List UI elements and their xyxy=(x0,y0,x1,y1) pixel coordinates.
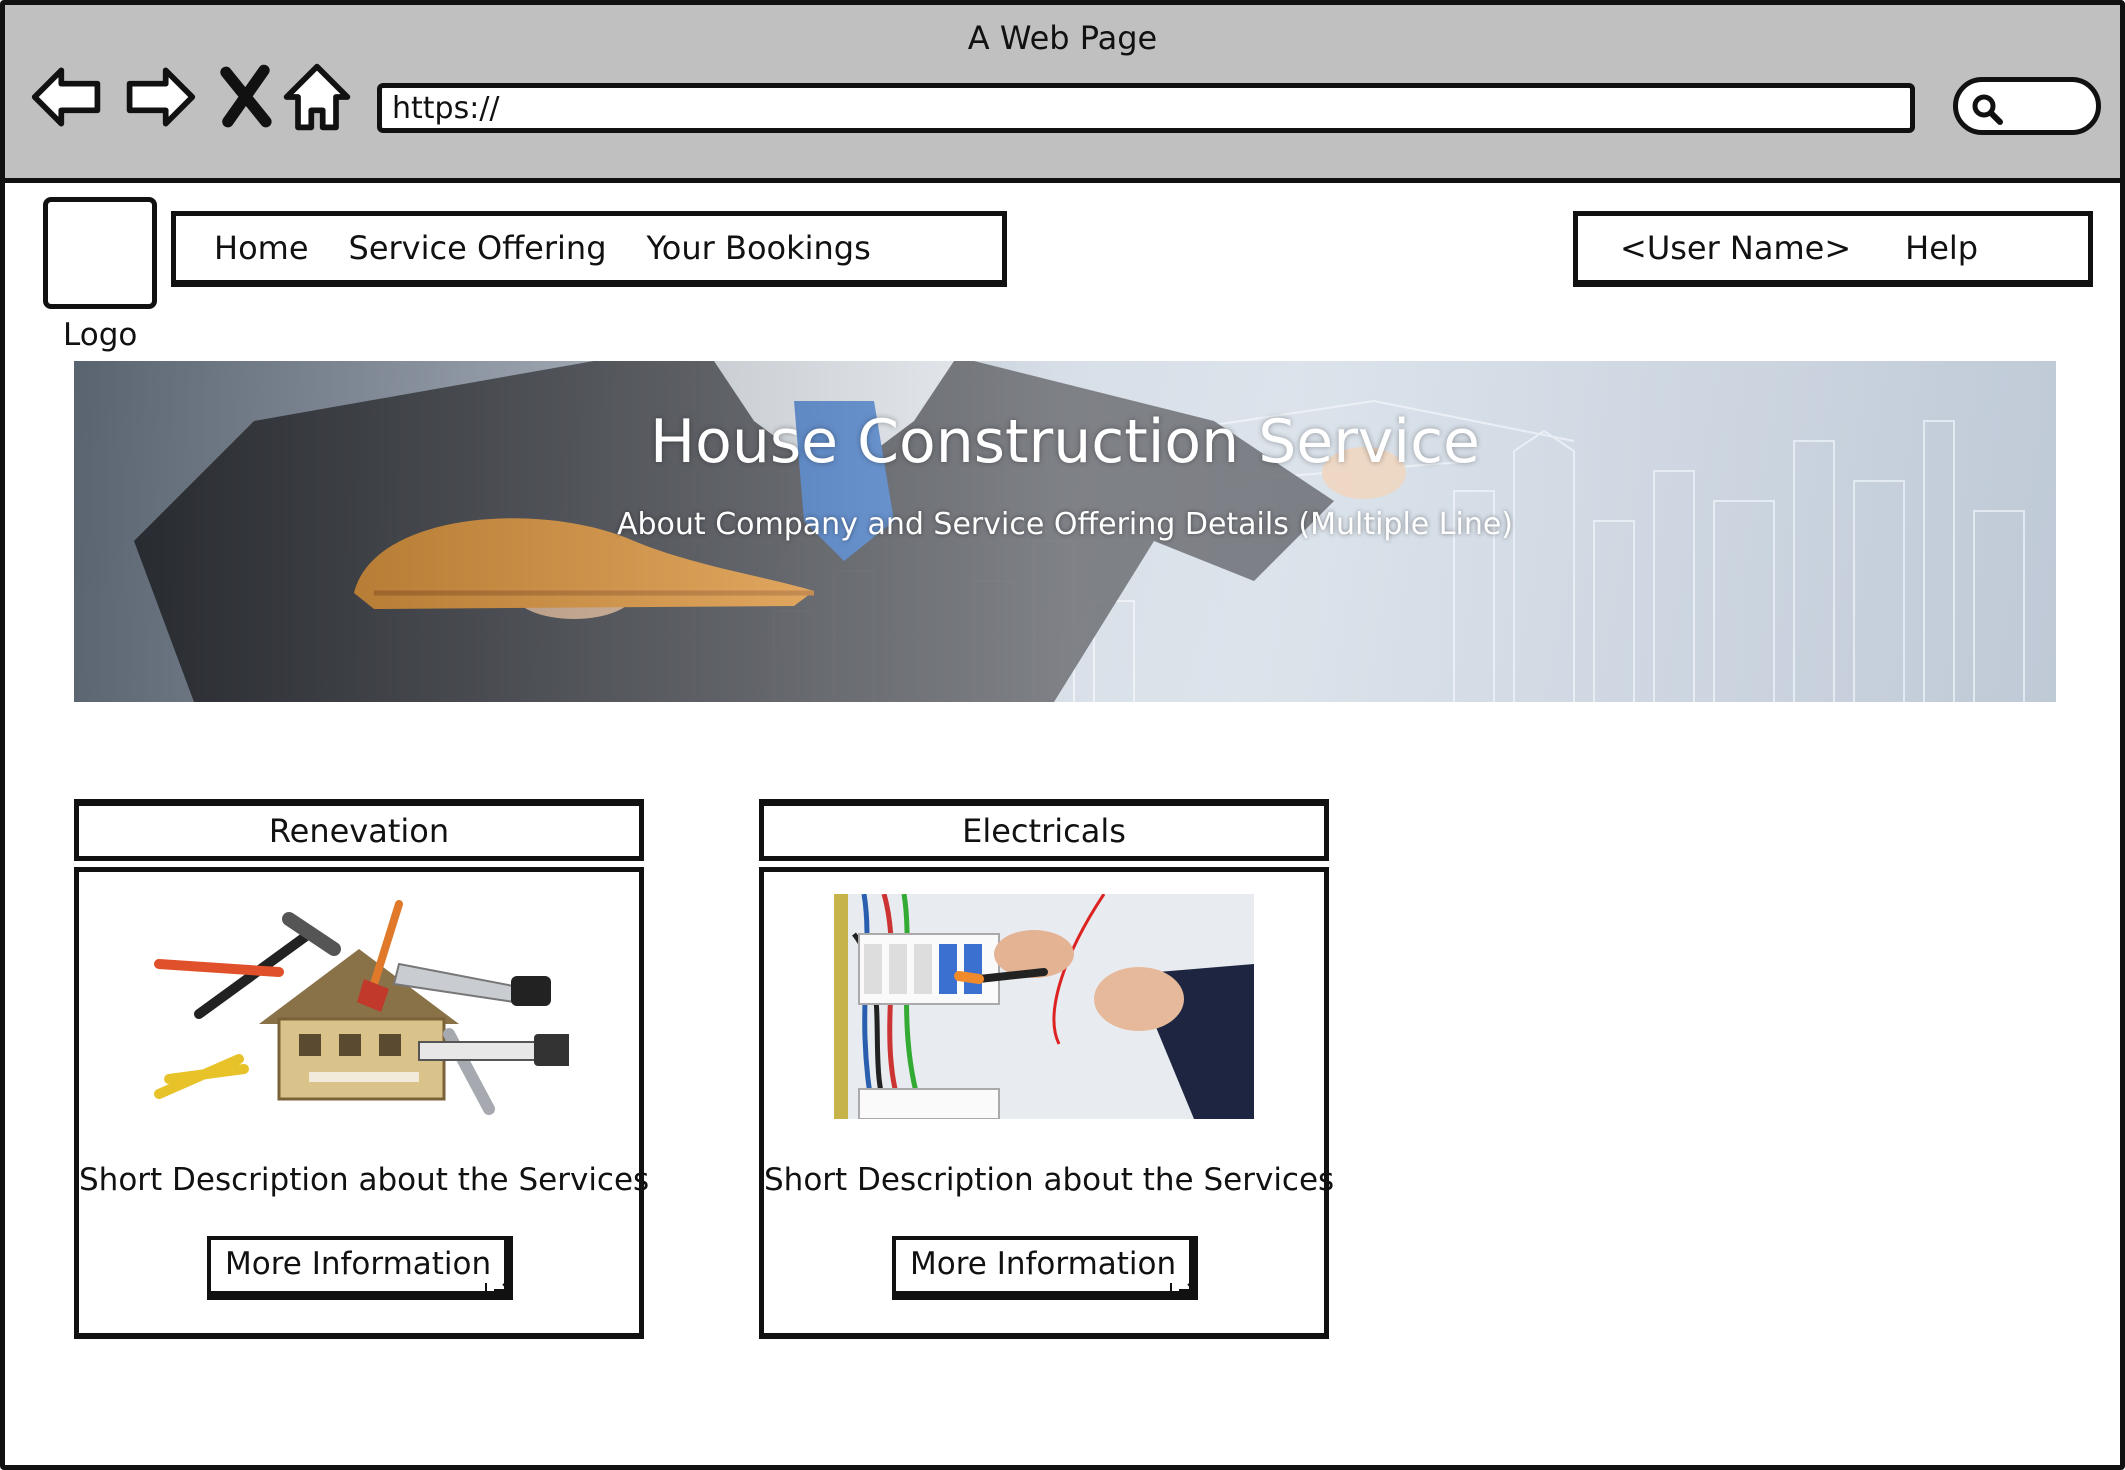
nav-home-link[interactable]: Home xyxy=(214,229,309,267)
hero-subtitle: About Company and Service Offering Detai… xyxy=(616,507,1514,542)
more-information-label: More Information xyxy=(225,1246,492,1282)
window-title: A Web Page xyxy=(967,19,1158,57)
address-bar[interactable]: https:// xyxy=(377,83,1915,133)
user-menu: <User Name> Help xyxy=(1573,211,2093,287)
more-information-button[interactable]: More Information xyxy=(207,1236,513,1300)
link-arrow-icon xyxy=(1170,1283,1196,1298)
forward-arrow-icon[interactable] xyxy=(120,57,200,137)
browser-chrome: A Web Page https:// xyxy=(5,5,2120,183)
more-information-button[interactable]: More Information xyxy=(892,1236,1198,1300)
main-nav: Home Service Offering Your Bookings xyxy=(171,211,1007,287)
logo[interactable] xyxy=(43,197,157,309)
browser-window: A Web Page https:// Logo Home Service Of… xyxy=(0,0,2125,1470)
service-card-header: Electricals xyxy=(759,799,1329,861)
user-name-link[interactable]: <User Name> xyxy=(1620,229,1851,267)
hero-title: House Construction Service xyxy=(650,407,1480,477)
service-description: Short Description about the Services xyxy=(79,1162,650,1198)
nav-your-bookings-link[interactable]: Your Bookings xyxy=(647,229,871,267)
hero-banner: House Construction Service About Company… xyxy=(74,361,2056,702)
help-link[interactable]: Help xyxy=(1905,229,1978,267)
search-icon xyxy=(1972,94,2003,125)
link-arrow-icon xyxy=(485,1283,511,1298)
logo-label: Logo xyxy=(63,317,138,353)
browser-search-field[interactable] xyxy=(1953,77,2101,135)
close-x-icon[interactable] xyxy=(205,57,285,137)
service-card-header: Renevation xyxy=(74,799,644,861)
service-card: Short Description about the Services Mor… xyxy=(759,867,1335,1339)
more-information-label: More Information xyxy=(910,1246,1177,1282)
home-icon[interactable] xyxy=(277,57,357,137)
house-with-tools-image xyxy=(154,900,569,1115)
nav-service-offering-link[interactable]: Service Offering xyxy=(349,229,607,267)
electrician-panel-image xyxy=(834,894,1254,1119)
back-arrow-icon[interactable] xyxy=(27,57,107,137)
service-card: Short Description about the Services Mor… xyxy=(74,867,650,1339)
service-description: Short Description about the Services xyxy=(764,1162,1335,1198)
